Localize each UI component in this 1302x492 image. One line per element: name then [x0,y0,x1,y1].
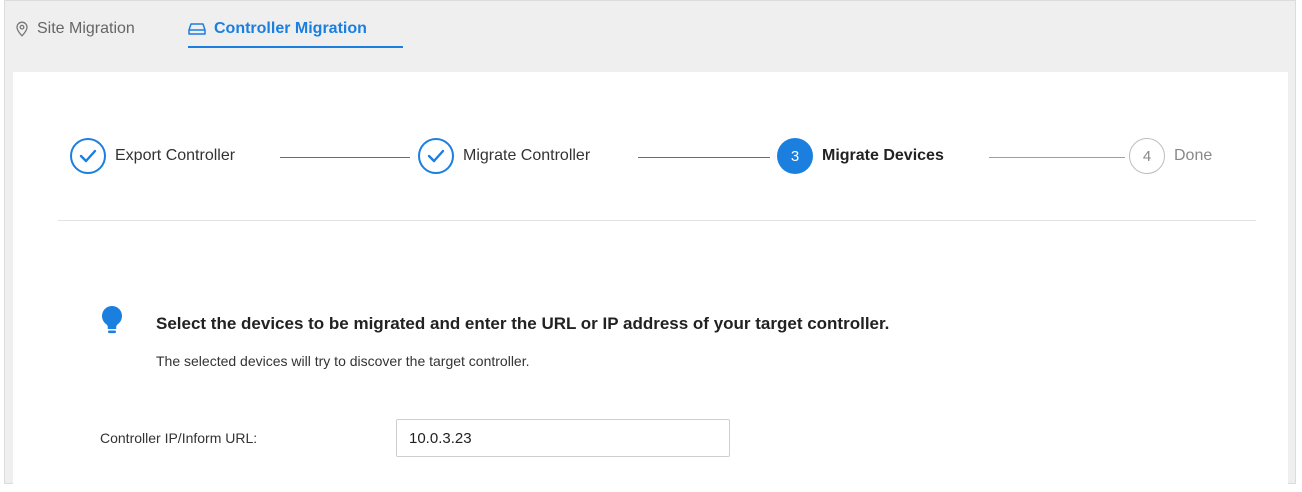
tab-site-migration[interactable]: Site Migration [15,17,135,41]
step-label: Migrate Devices [822,147,944,164]
lightbulb-icon [99,304,125,341]
migration-page: Site Migration Controller Migration Expo… [4,0,1296,492]
step-label: Migrate Controller [463,147,591,164]
active-tab-indicator [188,46,403,48]
step-export-controller: Export Controller [70,136,235,176]
migration-panel: Export Controller Migrate Controller 3 M… [13,72,1288,492]
step-number-badge: 3 [777,138,813,174]
tab-bar: Site Migration Controller Migration [5,1,1295,57]
instruction-heading: Select the devices to be migrated and en… [156,314,890,333]
step-connector [280,157,410,158]
progress-stepper: Export Controller Migrate Controller 3 M… [13,72,1288,220]
divider [58,220,1256,221]
step-connector [989,157,1125,158]
tab-controller-migration[interactable]: Controller Migration [188,17,367,41]
instruction-subtext: The selected devices will try to discove… [156,353,530,369]
step-label: Export Controller [115,147,236,164]
check-icon [70,138,106,174]
step-migrate-controller: Migrate Controller [418,136,590,176]
location-pin-icon [15,21,29,37]
tab-controller-migration-label: Controller Migration [214,20,367,37]
controller-url-input[interactable] [396,419,730,457]
step-number-badge: 4 [1129,138,1165,174]
step-done: 4 Done [1129,136,1212,176]
router-icon [188,22,206,36]
check-icon [418,138,454,174]
tab-site-migration-label: Site Migration [37,20,135,37]
step-connector [638,157,770,158]
controller-url-label: Controller IP/Inform URL: [100,430,258,446]
step-label: Done [1174,147,1213,164]
step-migrate-devices: 3 Migrate Devices [777,136,944,176]
